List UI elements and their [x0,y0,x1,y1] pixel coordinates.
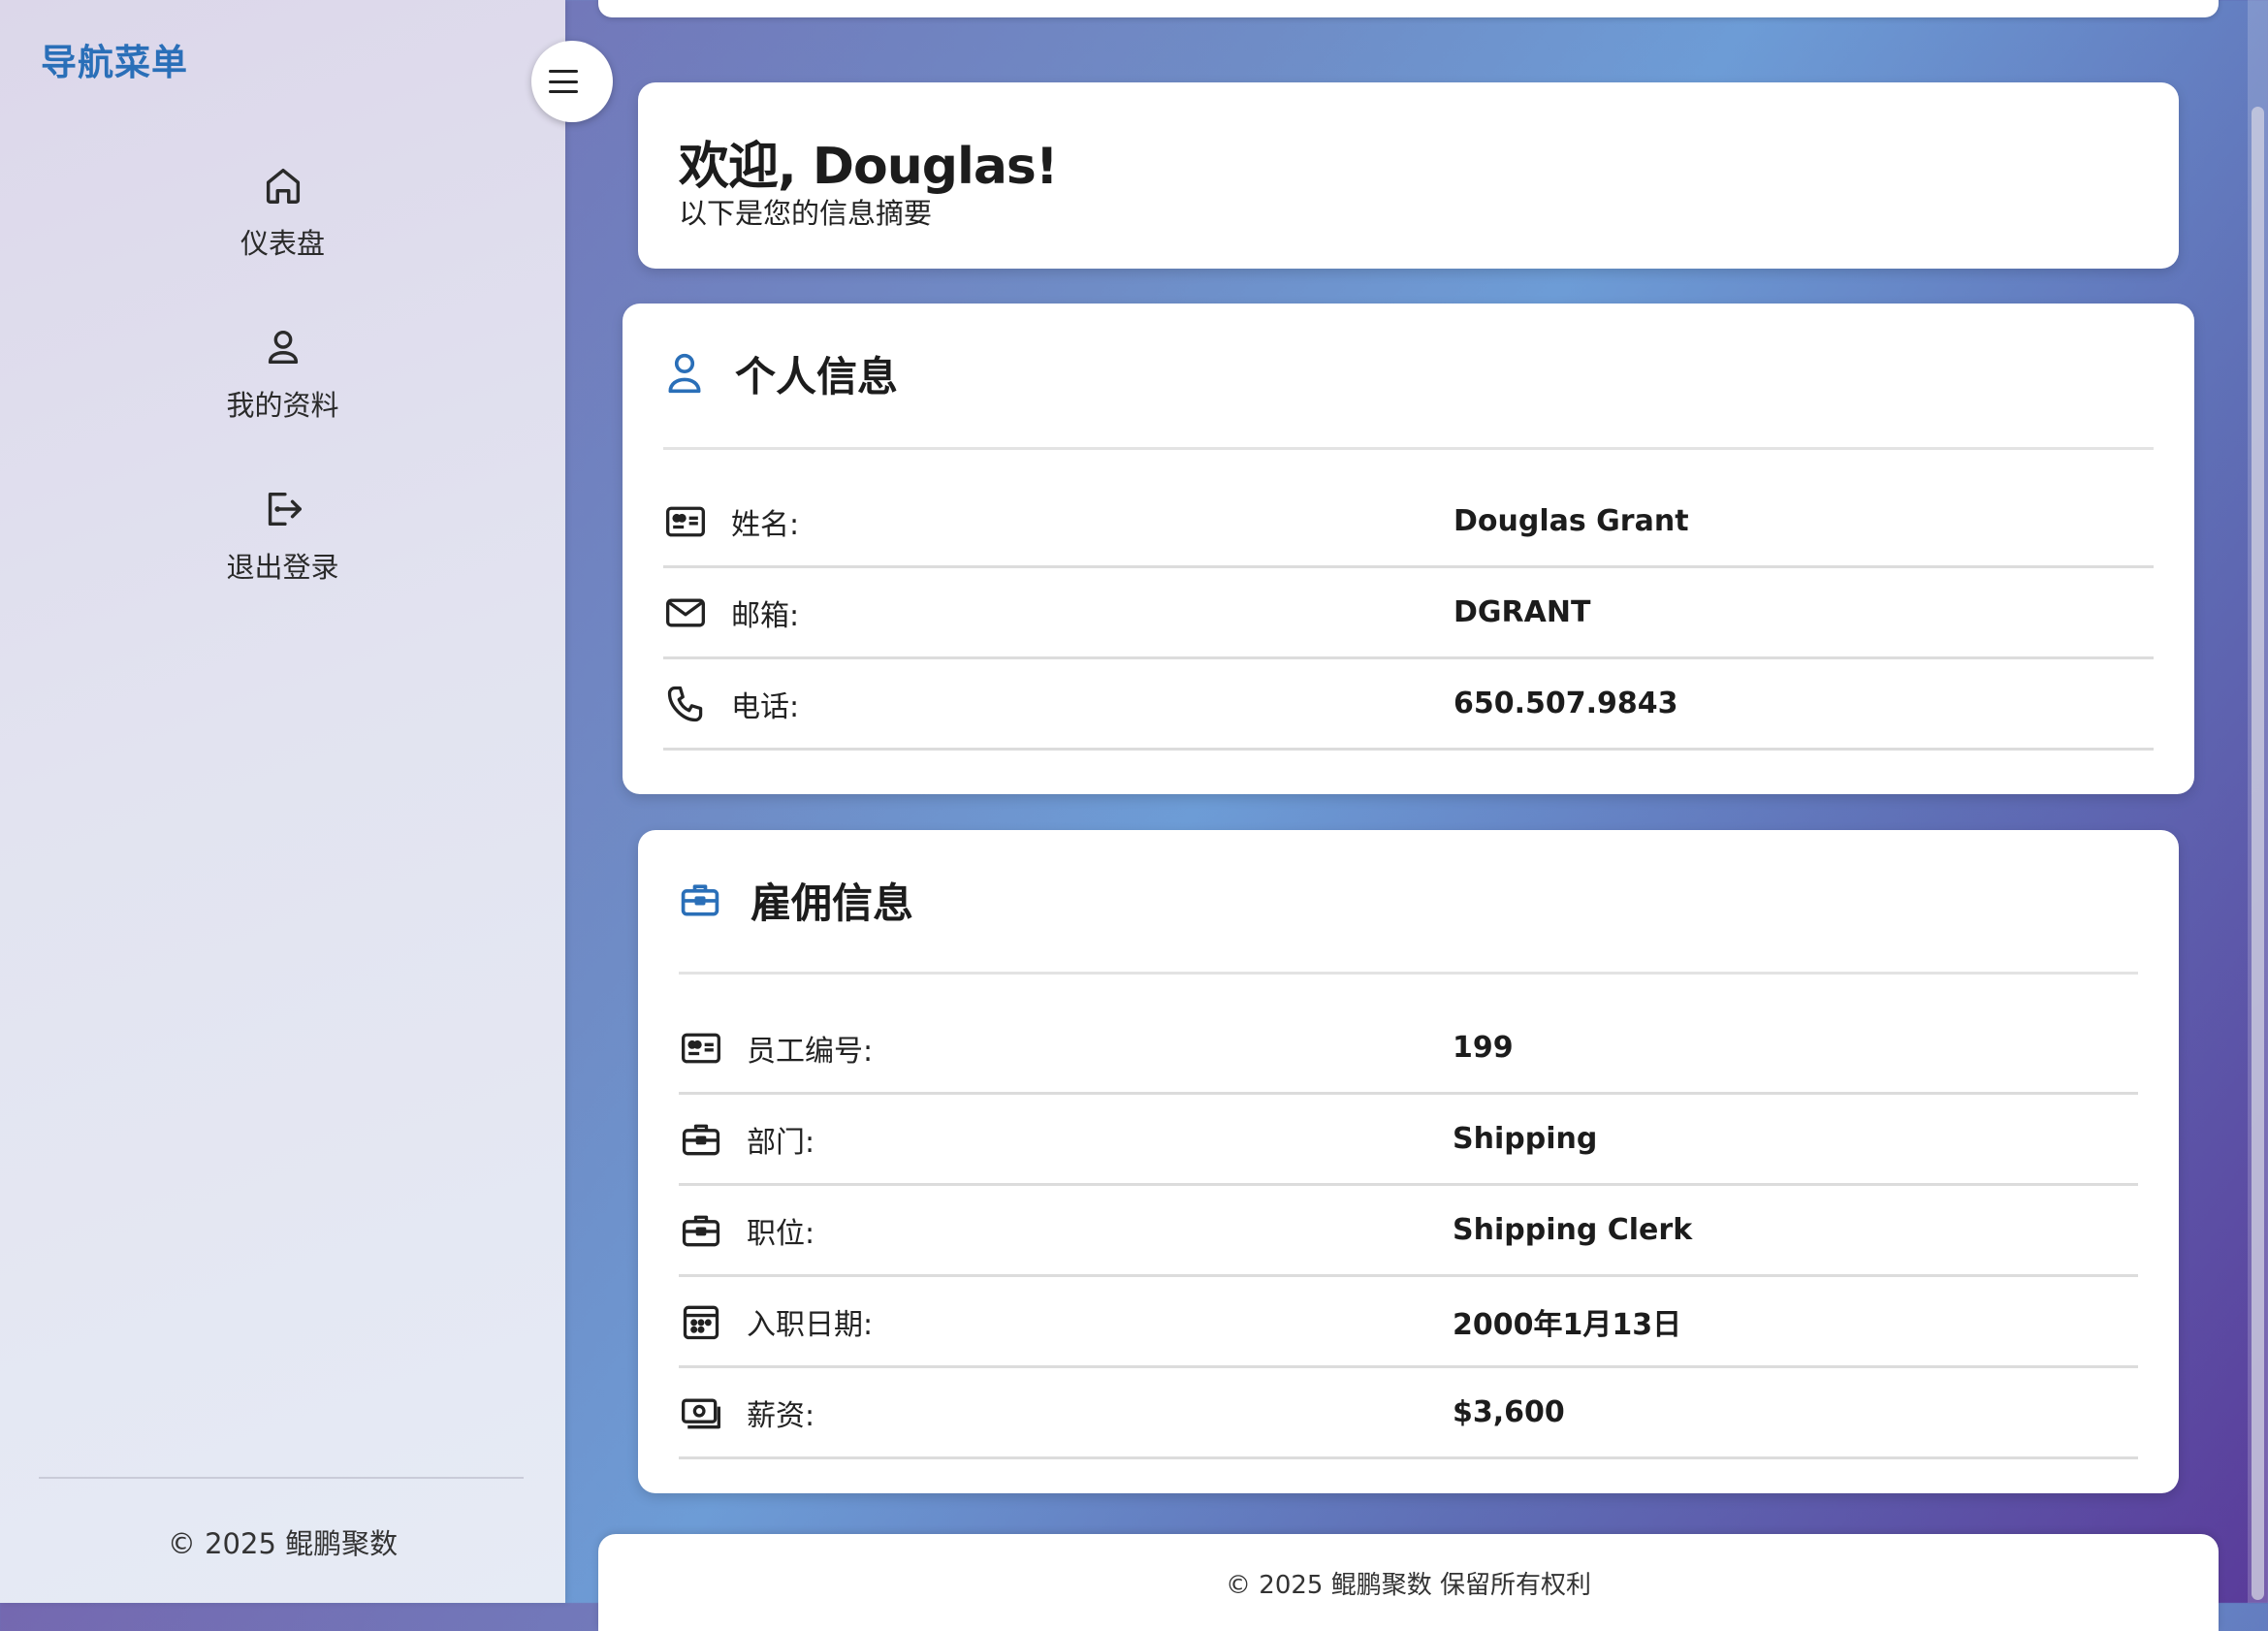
header-bar [598,0,2219,17]
info-row: 邮箱: DGRANT [663,568,2154,659]
welcome-subtitle: 以下是您的信息摘要 [679,197,933,230]
personal-info-card: 个人信息 姓名: Douglas Grant 邮箱: DGRANT 电话: 65… [623,304,2194,794]
mail-icon [663,591,708,635]
money-icon [679,1391,723,1435]
home-icon [266,168,300,204]
id-card-icon [663,499,708,544]
briefcase-icon [679,1208,723,1253]
field-value: 2000年1月13日 [1453,1307,1682,1342]
info-row: 职位: Shipping Clerk [679,1186,2138,1277]
field-value: Shipping [1453,1122,1598,1156]
info-row: 薪资: $3,600 [679,1368,2138,1459]
employment-info-card: 雇佣信息 员工编号: 199 部门: Shipping 职位: Shipping… [638,830,2179,1493]
field-label: 入职日期: [747,1307,874,1342]
field-label: 电话: [731,689,800,724]
field-label: 部门: [747,1125,815,1160]
divider [679,972,2138,975]
welcome-title: 欢迎, Douglas! [679,138,1059,196]
user-icon [668,353,701,394]
menu-icon [549,70,578,93]
card-header: 个人信息 [663,344,898,402]
sidebar-divider [39,1477,524,1479]
field-label: 姓名: [731,507,800,542]
id-card-icon [679,1026,723,1071]
info-row: 员工编号: 199 [679,1004,2138,1095]
field-value: Douglas Grant [1453,504,1689,538]
field-value: 199 [1453,1031,1514,1065]
field-label: 员工编号: [747,1034,874,1069]
welcome-card: 欢迎, Douglas! 以下是您的信息摘要 [638,82,2179,269]
sidebar-item-label: 我的资料 [226,389,339,422]
footer-copyright: © 2025 鲲鹏聚数 保留所有权利 [1226,1571,1591,1600]
sidebar-item-logout[interactable]: 退出登录 [0,487,565,586]
card-title: 雇佣信息 [751,879,914,927]
logout-icon [268,492,302,527]
sidebar-brand: 导航菜单 [41,42,188,83]
field-label: 邮箱: [731,598,800,633]
briefcase-icon [681,884,719,916]
card-header: 雇佣信息 [679,871,913,929]
sidebar-item-label: 仪表盘 [240,227,325,260]
sidebar-item-profile[interactable]: 我的资料 [0,325,565,424]
info-row: 电话: 650.507.9843 [663,659,2154,751]
field-value: 650.507.9843 [1453,687,1678,720]
field-label: 职位: [747,1216,815,1251]
user-icon [268,330,298,365]
card-title: 个人信息 [735,352,899,400]
sidebar-item-dashboard[interactable]: 仪表盘 [0,163,565,262]
sidebar-toggle-button[interactable] [531,41,613,122]
info-row: 部门: Shipping [679,1095,2138,1186]
divider [663,447,2154,450]
phone-icon [663,682,708,726]
info-row: 入职日期: 2000年1月13日 [679,1277,2138,1368]
field-value: Shipping Clerk [1453,1213,1693,1247]
field-label: 薪资: [747,1398,815,1433]
field-value: $3,600 [1453,1395,1565,1429]
scrollbar-thumb[interactable] [2252,107,2264,1600]
sidebar-copyright: © 2025 鲲鹏聚数 [167,1527,399,1560]
info-row: 姓名: Douglas Grant [663,477,2154,568]
field-value: DGRANT [1453,595,1591,629]
sidebar: 导航菜单 仪表盘 我的资料 退出登录 © 2025 鲲鹏聚数 [0,0,565,1603]
briefcase-icon [679,1117,723,1162]
sidebar-item-label: 退出登录 [226,551,339,584]
calendar-icon [679,1299,723,1344]
page-footer: © 2025 鲲鹏聚数 保留所有权利 [598,1534,2219,1631]
